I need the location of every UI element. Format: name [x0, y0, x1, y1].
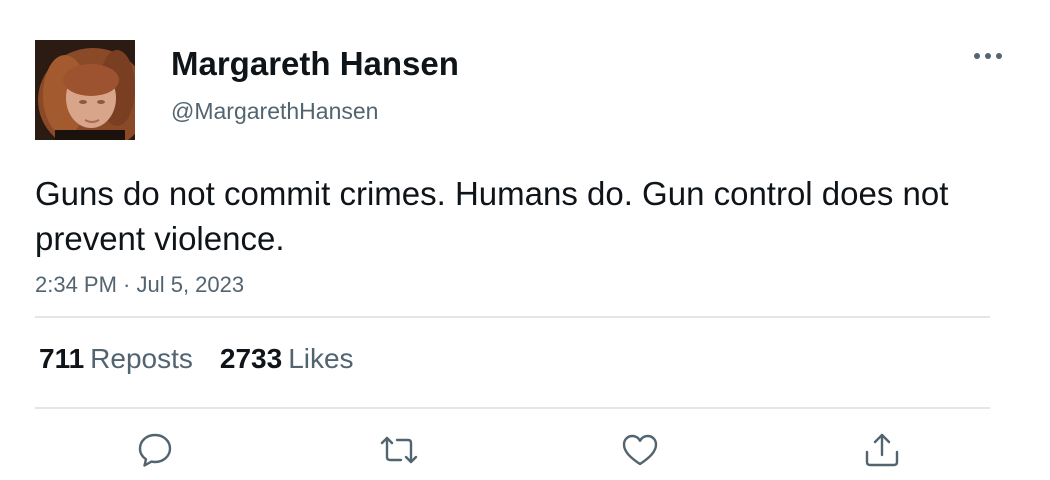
tweet-timestamp[interactable]: 2:34 PM · Jul 5, 2023 [35, 271, 244, 299]
reply-icon [133, 428, 177, 472]
divider [35, 316, 990, 318]
author-handle[interactable]: @MargarethHansen [171, 97, 378, 125]
share-button[interactable] [860, 428, 904, 472]
share-icon [860, 428, 904, 472]
likes-count: 2733 [219, 343, 283, 374]
divider [35, 407, 990, 409]
likes-stat[interactable]: 2733 Likes [220, 342, 354, 376]
reposts-count: 711 [39, 343, 85, 374]
more-options-button[interactable] [970, 44, 1006, 68]
more-horizontal-icon [970, 53, 1006, 72]
tweet-stats: 711 Reposts 2733 Likes [39, 342, 354, 376]
reply-button[interactable] [133, 428, 177, 472]
avatar[interactable] [35, 40, 135, 140]
likes-label: Likes [288, 343, 354, 374]
author-display-name[interactable]: Margareth Hansen [171, 44, 459, 84]
reposts-label: Reposts [90, 343, 193, 374]
reposts-stat[interactable]: 711 Reposts [39, 342, 193, 376]
repost-icon [377, 428, 421, 472]
like-button[interactable] [618, 428, 662, 472]
repost-button[interactable] [377, 428, 421, 472]
tweet-text: Guns do not commit crimes. Humans do. Gu… [35, 175, 949, 257]
heart-icon [618, 428, 662, 472]
